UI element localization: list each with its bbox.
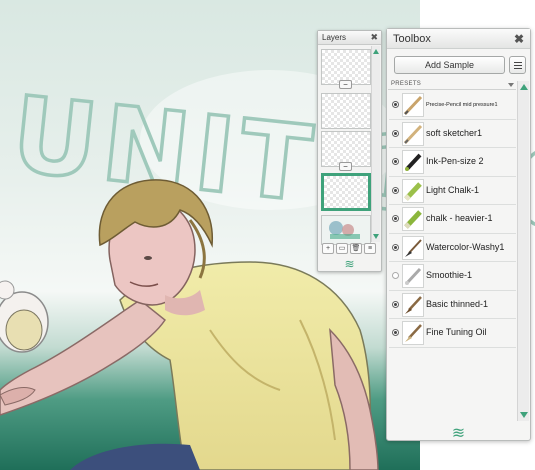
close-icon[interactable]: ✖ bbox=[514, 32, 524, 46]
add-sample-button[interactable]: Add Sample bbox=[394, 56, 505, 74]
brush-name: Watercolor-Washy1 bbox=[426, 241, 505, 252]
pencil-icon bbox=[402, 93, 424, 117]
presets-label: PRESETS bbox=[391, 81, 422, 87]
toolbox-panel[interactable]: Toolbox ✖ Add Sample PRESETS Precise-Pen… bbox=[386, 28, 531, 443]
radio-button[interactable] bbox=[392, 158, 399, 165]
collapse-icon[interactable]: − bbox=[339, 162, 352, 171]
layers-scrollbar[interactable] bbox=[371, 46, 380, 242]
radio-button[interactable] bbox=[392, 215, 399, 222]
scroll-down-icon[interactable] bbox=[373, 234, 379, 239]
toolbox-scrollbar[interactable] bbox=[517, 81, 529, 421]
toolbox-titlebar[interactable]: Toolbox ✖ bbox=[387, 29, 530, 49]
chalk-icon bbox=[402, 178, 424, 203]
radio-button[interactable] bbox=[392, 329, 399, 336]
layer-thumbnail-selected[interactable] bbox=[321, 173, 371, 211]
brush-name: Ink-Pen-size 2 bbox=[426, 156, 484, 166]
brush-name: Precise-Pencil mid pressure1 bbox=[426, 102, 498, 108]
brush-preset-item[interactable]: Smoothie-1 bbox=[389, 262, 516, 291]
brush-preset-item[interactable]: soft sketcher1 bbox=[389, 120, 516, 148]
new-layer-button[interactable]: + bbox=[322, 243, 334, 254]
menu-line bbox=[514, 65, 522, 66]
smudge-icon bbox=[402, 264, 424, 288]
brush-name: Fine Tuning Oil bbox=[426, 327, 487, 337]
brush-name: Light Chalk-1 bbox=[426, 184, 480, 195]
scroll-up-icon[interactable] bbox=[373, 49, 379, 54]
layer-thumbnail[interactable]: − bbox=[321, 49, 371, 89]
layer-thumbnail[interactable] bbox=[321, 93, 371, 129]
brush-preset-item[interactable]: Ink-Pen-size 2 bbox=[389, 148, 516, 177]
brush-preset-item[interactable]: Light Chalk-1 bbox=[389, 177, 516, 205]
brush-name: chalk - heavier-1 bbox=[426, 213, 493, 223]
layer-list: − − bbox=[320, 47, 373, 245]
brush-name: soft sketcher1 bbox=[426, 127, 483, 138]
close-icon[interactable]: ✖ bbox=[370, 32, 378, 43]
brush-name: Smoothie-1 bbox=[426, 270, 473, 280]
layers-titlebar[interactable]: Layers ✖ bbox=[318, 31, 381, 45]
radio-button[interactable] bbox=[392, 272, 399, 279]
collapse-icon[interactable]: − bbox=[339, 80, 352, 89]
radio-button[interactable] bbox=[392, 101, 399, 108]
brush-preset-item[interactable]: Watercolor-Washy1 bbox=[389, 234, 516, 262]
new-folder-button[interactable]: ▭ bbox=[336, 243, 348, 254]
layers-button-row: + ▭ 🗑 ≡ bbox=[322, 243, 378, 255]
caret-down-icon[interactable] bbox=[508, 83, 514, 87]
oil-brush-icon bbox=[402, 321, 424, 345]
layer-options-button[interactable]: ≡ bbox=[364, 243, 376, 254]
brush-preset-item[interactable]: chalk - heavier-1 bbox=[389, 205, 516, 234]
panel-grip-icon[interactable]: ≋ bbox=[387, 423, 530, 443]
brush-preset-item[interactable]: Basic thinned-1 bbox=[389, 291, 516, 319]
brush-name: Basic thinned-1 bbox=[426, 298, 489, 309]
ink-pen-icon bbox=[402, 150, 424, 174]
scroll-up-icon[interactable] bbox=[520, 84, 528, 90]
radio-button[interactable] bbox=[392, 186, 399, 194]
radio-button[interactable] bbox=[392, 129, 399, 137]
layer-thumbnail[interactable]: − bbox=[321, 131, 371, 171]
layer-thumbnail[interactable] bbox=[321, 215, 371, 245]
menu-line bbox=[514, 62, 522, 63]
brush-preset-item[interactable]: Fine Tuning Oil bbox=[389, 319, 516, 348]
radio-button[interactable] bbox=[392, 300, 399, 308]
list-menu-button[interactable] bbox=[509, 56, 526, 74]
layers-title: Layers bbox=[322, 33, 347, 42]
toolbox-title: Toolbox bbox=[393, 33, 431, 45]
presets-header[interactable]: PRESETS bbox=[388, 81, 516, 90]
watercolor-brush-icon bbox=[402, 235, 424, 260]
layer-preview-icon bbox=[329, 221, 360, 239]
layers-panel[interactable]: Layers ✖ − − + ▭ 🗑 ≡ ≋ bbox=[317, 30, 382, 272]
delete-layer-button[interactable]: 🗑 bbox=[350, 243, 362, 254]
radio-button[interactable] bbox=[392, 243, 399, 251]
brush-preset-list: Precise-Pencil mid pressure1 soft sketch… bbox=[389, 91, 516, 348]
scroll-down-icon[interactable] bbox=[520, 412, 528, 418]
pencil-icon bbox=[402, 121, 424, 146]
menu-line bbox=[514, 68, 522, 69]
brush-icon bbox=[402, 292, 424, 317]
panel-grip-icon[interactable]: ≋ bbox=[318, 257, 381, 271]
chalk-icon bbox=[402, 207, 424, 231]
brush-preset-item[interactable]: Precise-Pencil mid pressure1 bbox=[389, 91, 516, 120]
